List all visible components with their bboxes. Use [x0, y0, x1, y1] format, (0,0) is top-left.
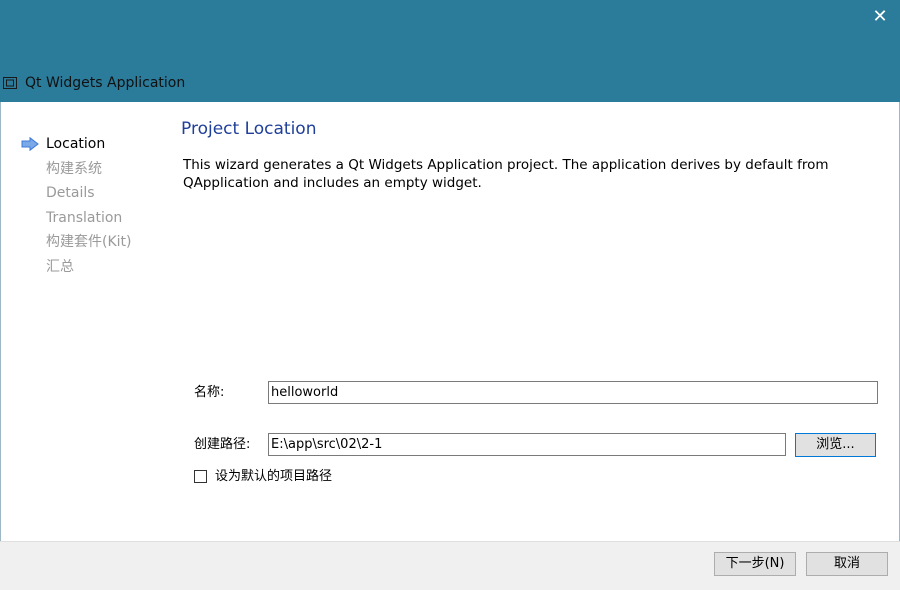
close-button[interactable]: ✕ — [870, 8, 890, 26]
default-path-label: 设为默认的项目路径 — [215, 469, 333, 484]
step-details: Details — [46, 185, 95, 201]
step-summary: 汇总 — [46, 259, 74, 275]
window-title: Qt Widgets Application — [25, 75, 186, 91]
page-description: This wizard generates a Qt Widgets Appli… — [183, 157, 829, 191]
browse-button[interactable]: 浏览... — [795, 433, 876, 457]
step-kits: 构建套件(Kit) — [46, 234, 132, 250]
name-label: 名称: — [194, 385, 225, 400]
step-build-system: 构建系统 — [46, 161, 102, 177]
arrow-right-icon — [21, 137, 39, 151]
default-path-checkbox[interactable] — [194, 470, 207, 483]
name-input[interactable] — [268, 381, 878, 404]
page-title: Project Location — [181, 119, 317, 139]
path-label: 创建路径: — [194, 437, 251, 452]
step-translation: Translation — [46, 210, 123, 226]
next-button[interactable]: 下一步(N) — [714, 552, 796, 576]
step-location: Location — [46, 136, 106, 152]
cancel-button[interactable]: 取消 — [806, 552, 888, 576]
title-bar: ✕ Qt Widgets Application — [0, 0, 900, 102]
path-input[interactable] — [268, 433, 786, 456]
qt-window-icon — [3, 77, 17, 89]
